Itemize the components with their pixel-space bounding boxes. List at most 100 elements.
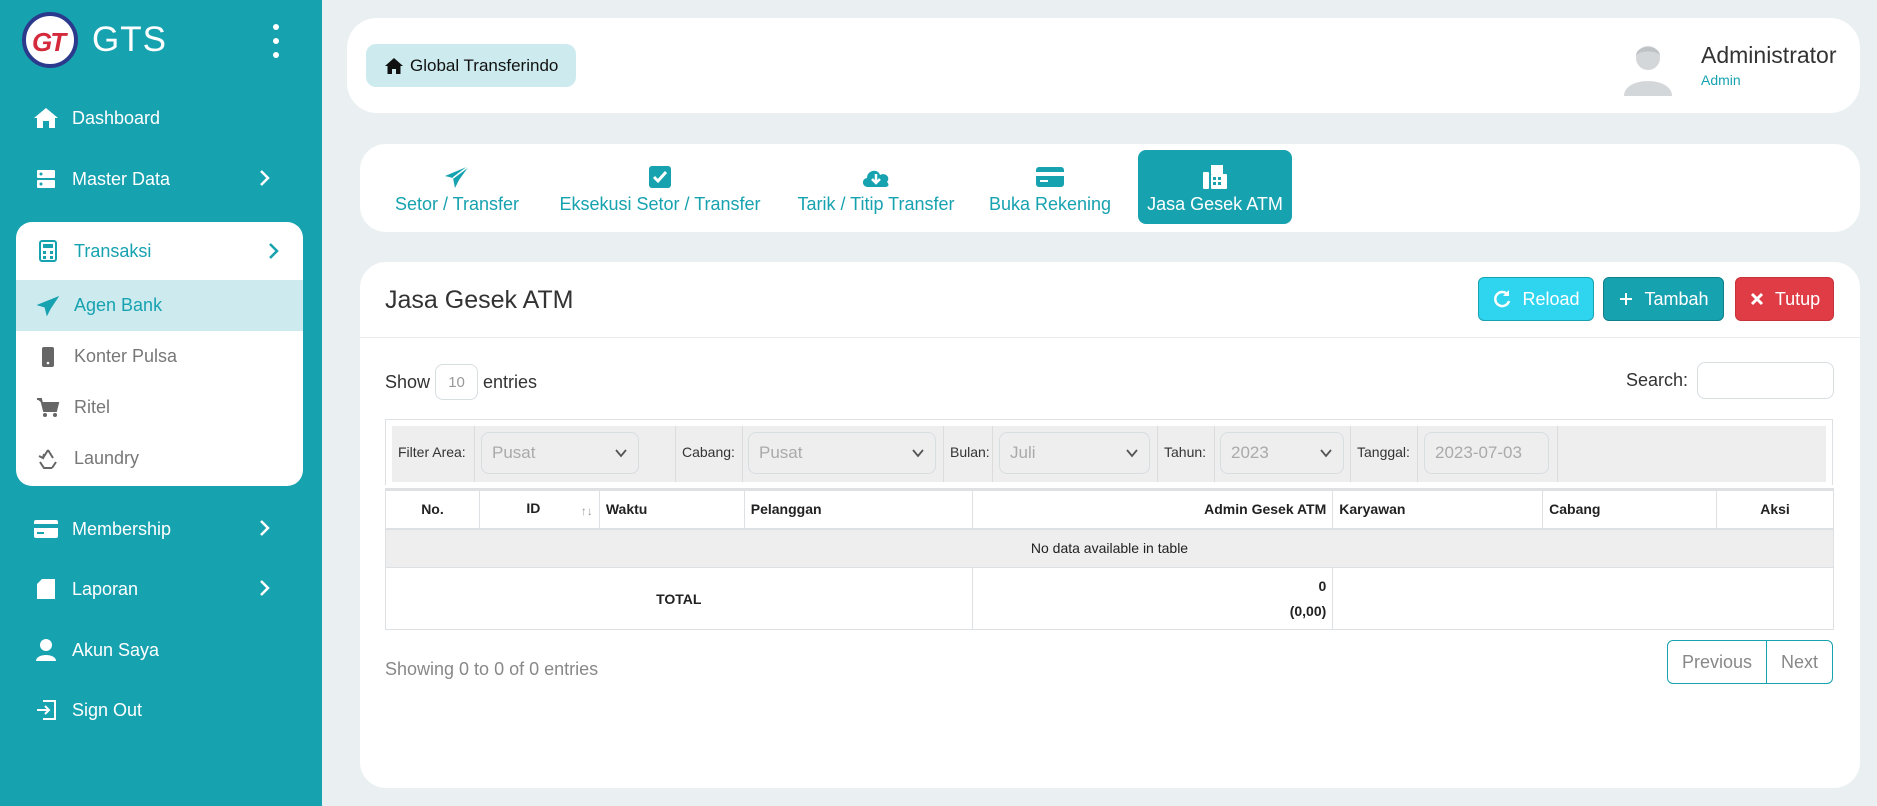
refresh-icon xyxy=(1494,290,1511,308)
chevron-down-icon xyxy=(1126,449,1138,458)
column-header-label: ID xyxy=(526,500,541,517)
filter-divider xyxy=(1214,426,1215,482)
total-amount: (0,00) xyxy=(1289,602,1327,619)
filter-row: Filter Area: Pusat Cabang: Pusat Bulan: … xyxy=(392,426,1826,482)
filter-bulan-select[interactable]: Juli xyxy=(999,432,1150,474)
credit-card-icon xyxy=(32,516,60,542)
submenu-item-label: Konter Pulsa xyxy=(74,346,178,366)
total-admin-cell: 0 (0,00) xyxy=(971,567,1334,630)
reload-button-label: Reload xyxy=(1522,288,1580,309)
filter-area-value: Pusat xyxy=(492,443,536,462)
tab-label: Setor / Transfer xyxy=(394,194,520,214)
sidebar-item-sign-out[interactable]: Sign Out xyxy=(22,688,298,732)
sidebar-item-membership[interactable]: Membership xyxy=(22,507,298,551)
sidebar: GT GTS Dashboard Master Data Transaksi A… xyxy=(0,0,322,806)
close-button[interactable]: Tutup xyxy=(1735,277,1834,321)
brand-title: GTS xyxy=(92,20,167,59)
column-header-cabang[interactable]: Cabang xyxy=(1542,488,1718,530)
filter-bar: Filter Area: Pusat Cabang: Pusat Bulan: … xyxy=(385,419,1833,485)
submenu-item-laundry[interactable]: Laundry xyxy=(16,433,303,484)
column-header-pelanggan[interactable]: Pelanggan xyxy=(743,488,973,530)
chevron-down-icon xyxy=(1320,449,1332,458)
filter-divider xyxy=(992,426,993,482)
plus-icon xyxy=(1620,293,1633,305)
top-header: Global Transferindo Administrator Admin xyxy=(347,18,1860,113)
total-count: 0 xyxy=(1318,577,1327,594)
filter-divider xyxy=(675,426,676,482)
sidebar-item-dashboard[interactable]: Dashboard xyxy=(22,96,298,140)
sidebar-item-transaksi[interactable]: Transaksi xyxy=(16,222,303,280)
kebab-menu-icon[interactable] xyxy=(270,24,282,58)
filter-divider xyxy=(1350,426,1351,482)
previous-page-button[interactable]: Previous xyxy=(1668,641,1768,683)
tab-label: Tarik / Titip Transfer xyxy=(797,194,955,214)
search-label: Search: xyxy=(1626,370,1689,390)
add-button[interactable]: Tambah xyxy=(1603,277,1724,321)
total-empty-cell xyxy=(1332,567,1834,630)
tab-label: Eksekusi Setor / Transfer xyxy=(559,194,761,214)
tab-eksekusi-setor-transfer[interactable]: Eksekusi Setor / Transfer xyxy=(559,150,761,224)
filter-tahun-select[interactable]: 2023 xyxy=(1220,432,1344,474)
filter-tahun-value: 2023 xyxy=(1231,443,1269,462)
column-header-id[interactable]: ID ↑↓ xyxy=(478,488,600,530)
tab-setor-transfer[interactable]: Setor / Transfer xyxy=(392,150,522,224)
filter-tanggal-input[interactable]: 2023-07-03 xyxy=(1424,432,1549,474)
sidebar-item-akun-saya[interactable]: Akun Saya xyxy=(22,628,298,672)
submenu-item-konter-pulsa[interactable]: Konter Pulsa xyxy=(16,331,303,382)
chevron-right-icon xyxy=(258,169,270,192)
filter-cabang-value: Pusat xyxy=(759,443,803,462)
table-info: Showing 0 to 0 of 0 entries xyxy=(385,659,599,679)
user-role: Admin xyxy=(1701,72,1741,88)
home-breadcrumb-button[interactable]: Global Transferindo xyxy=(366,44,577,87)
column-header-aksi[interactable]: Aksi xyxy=(1716,488,1834,530)
column-header-waktu[interactable]: Waktu xyxy=(598,488,745,530)
close-button-label: Tutup xyxy=(1774,288,1821,309)
reload-button[interactable]: Reload xyxy=(1478,277,1594,321)
submenu-item-label: Agen Bank xyxy=(74,295,163,315)
brand-logo-text: GT xyxy=(32,27,66,57)
close-icon xyxy=(1750,292,1763,306)
main-panel: Jasa Gesek ATM Reload Tambah Tutup Show … xyxy=(360,262,1860,788)
filter-area-select[interactable]: Pusat xyxy=(481,432,639,474)
next-page-button[interactable]: Next xyxy=(1767,641,1832,683)
filter-divider xyxy=(742,426,743,482)
table-header-row: No. ID ↑↓ Waktu Pelanggan Admin Gesek AT… xyxy=(385,488,1834,530)
tab-buka-rekening[interactable]: Buka Rekening xyxy=(988,150,1112,224)
submenu-item-ritel[interactable]: Ritel xyxy=(16,382,303,433)
fax-icon xyxy=(1202,162,1228,192)
tab-tarik-titip-transfer[interactable]: Tarik / Titip Transfer xyxy=(796,150,956,224)
total-label: TOTAL xyxy=(385,567,973,630)
mobile-icon xyxy=(36,346,60,368)
column-header-admin-gesek-atm[interactable]: Admin Gesek ATM xyxy=(971,488,1334,530)
sidebar-item-label: Dashboard xyxy=(72,107,161,128)
sidebar-item-label: Laporan xyxy=(72,578,139,599)
table-row-empty: No data available in table xyxy=(385,528,1834,568)
pagination: Previous Next xyxy=(1667,640,1834,684)
paper-plane-icon xyxy=(444,162,470,192)
avatar[interactable] xyxy=(1619,38,1677,96)
column-header-no[interactable]: No. xyxy=(385,488,480,530)
filter-bulan-label: Bulan: xyxy=(950,444,990,460)
search-input[interactable] xyxy=(1697,362,1834,399)
entries-select[interactable]: 10 xyxy=(435,364,479,400)
chevron-down-icon xyxy=(615,449,627,458)
submenu-item-label: Ritel xyxy=(74,397,111,417)
brand[interactable]: GT GTS xyxy=(22,12,167,68)
tab-jasa-gesek-atm[interactable]: Jasa Gesek ATM xyxy=(1138,150,1292,224)
filter-divider xyxy=(474,426,475,482)
page-title: Jasa Gesek ATM xyxy=(385,286,574,314)
filter-divider xyxy=(1557,426,1558,482)
sidebar-item-master-data[interactable]: Master Data xyxy=(22,157,298,201)
transaction-tabs: Setor / Transfer Eksekusi Setor / Transf… xyxy=(360,144,1860,232)
sidebar-item-laporan[interactable]: Laporan xyxy=(22,567,298,611)
submenu-item-agen-bank[interactable]: Agen Bank xyxy=(16,280,303,331)
filter-bulan-value: Juli xyxy=(1010,443,1036,462)
column-header-karyawan[interactable]: Karyawan xyxy=(1332,488,1544,530)
chevron-right-icon xyxy=(258,579,270,602)
home-breadcrumb-label: Global Transferindo xyxy=(410,55,559,75)
chevron-right-icon xyxy=(267,242,279,265)
credit-card-icon xyxy=(1035,162,1065,192)
paper-plane-icon xyxy=(36,295,60,316)
page-length-control: Show 10 entries xyxy=(385,364,537,400)
filter-cabang-select[interactable]: Pusat xyxy=(748,432,936,474)
